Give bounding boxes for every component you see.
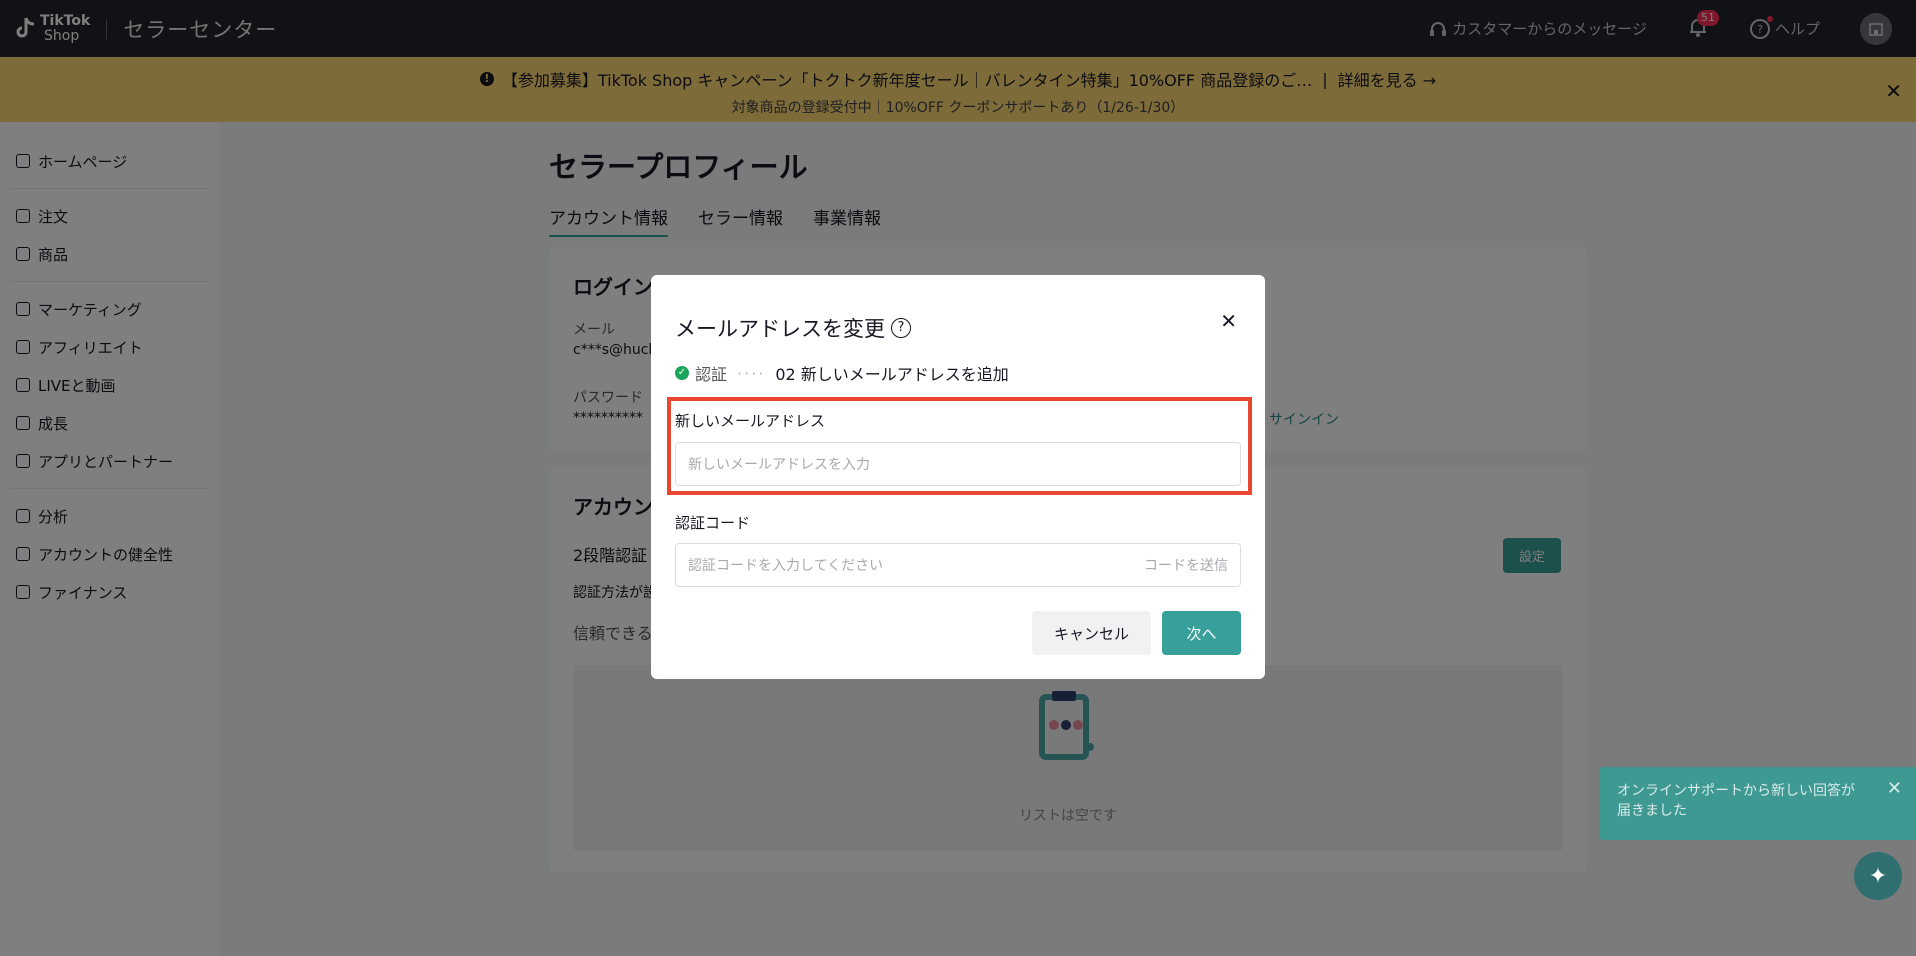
- close-icon[interactable]: ✕: [1887, 779, 1902, 799]
- new-email-placeholder: 新しいメールアドレスを入力: [688, 457, 870, 473]
- help-circle-icon[interactable]: ?: [891, 318, 911, 338]
- sparkle-icon: ✦: [1868, 863, 1888, 889]
- next-button[interactable]: 次へ: [1162, 611, 1241, 655]
- toast-message: オンラインサポートから新しい回答が届きました: [1617, 783, 1855, 819]
- change-email-dialog: メールアドレスを変更 ? ✕ ✓ 認証 ···· 02 新しいメールアドレスを追…: [651, 275, 1265, 679]
- dialog-title: メールアドレスを変更: [675, 317, 885, 341]
- send-code-button[interactable]: コードを送信: [1144, 555, 1228, 575]
- step-dots: ····: [737, 363, 766, 383]
- support-toast[interactable]: オンラインサポートから新しい回答が届きました ✕: [1599, 767, 1916, 840]
- check-circle-icon: ✓: [675, 366, 689, 380]
- verification-code-input[interactable]: 認証コードを入力してください コードを送信: [675, 543, 1241, 587]
- step-verify: 認証: [695, 365, 728, 384]
- step-add-email: 02 新しいメールアドレスを追加: [775, 365, 1009, 384]
- new-email-label: 新しいメールアドレス: [675, 412, 826, 430]
- close-icon[interactable]: ✕: [1220, 309, 1237, 333]
- code-label: 認証コード: [675, 514, 751, 532]
- code-placeholder: 認証コードを入力してください: [688, 558, 884, 574]
- cancel-button[interactable]: キャンセル: [1032, 611, 1151, 655]
- step-indicator: ✓ 認証 ···· 02 新しいメールアドレスを追加: [675, 361, 1009, 385]
- new-email-input[interactable]: 新しいメールアドレスを入力: [675, 442, 1241, 486]
- ai-assistant-button[interactable]: ✦: [1854, 852, 1902, 900]
